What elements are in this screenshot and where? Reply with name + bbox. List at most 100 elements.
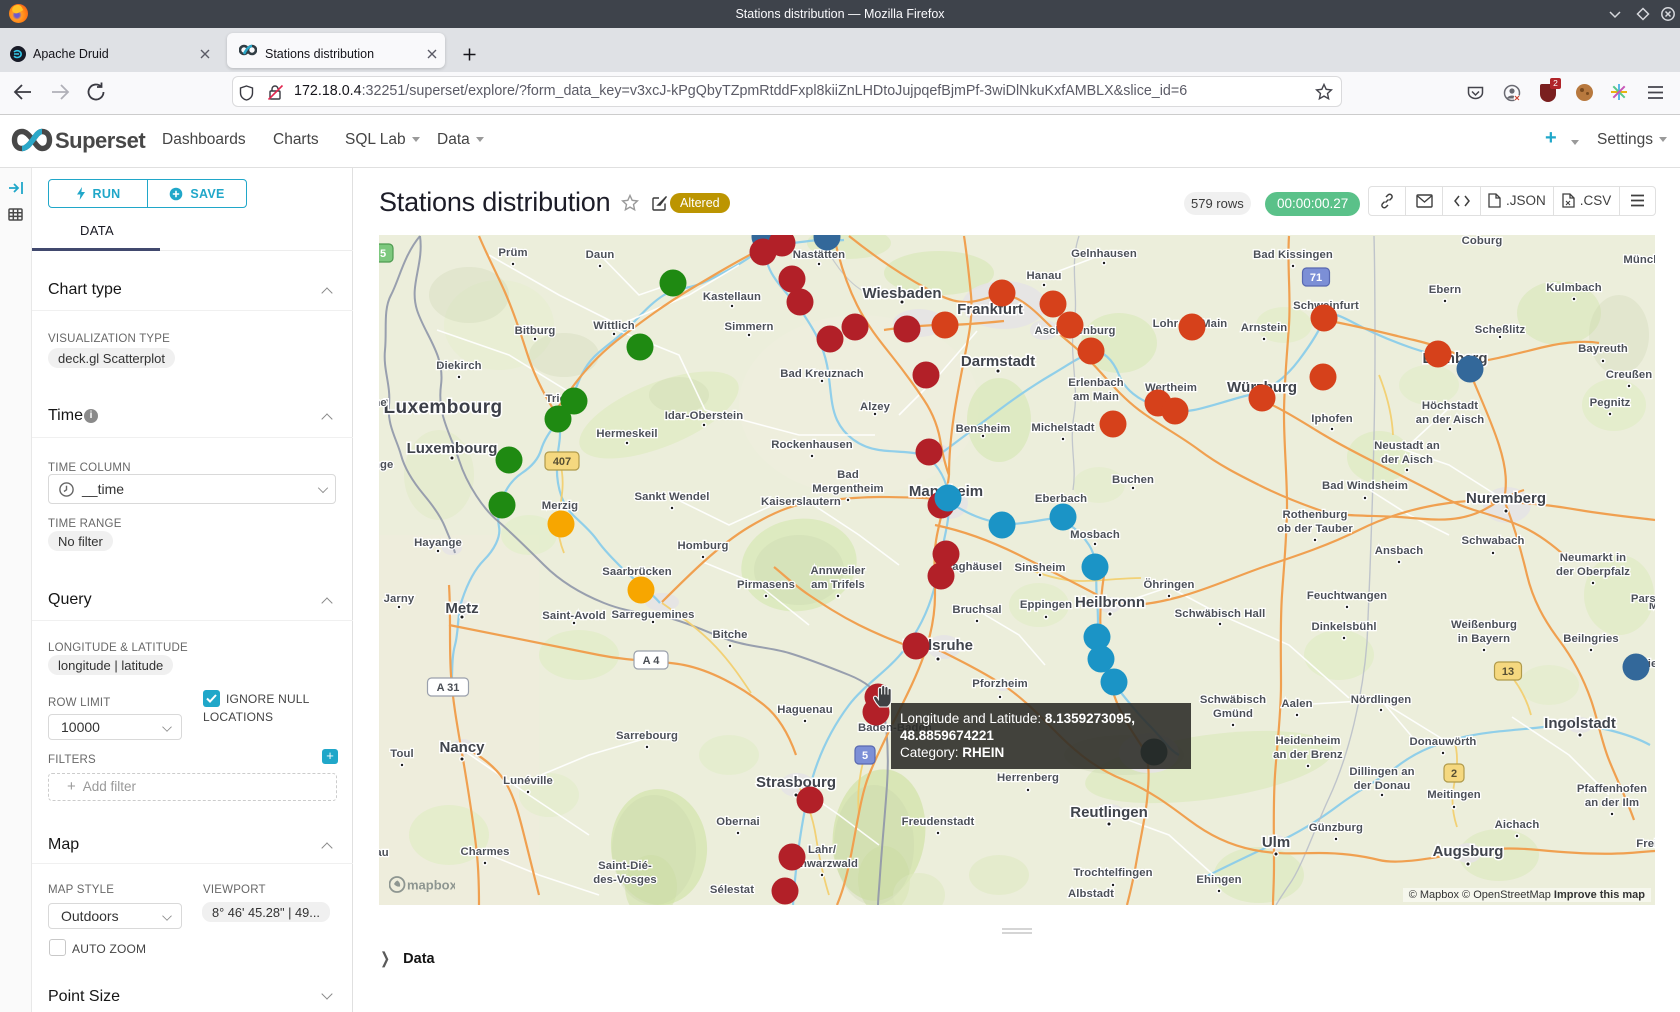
svg-text:au: au [379, 847, 389, 859]
svg-text:Bad: Bad [837, 469, 859, 481]
svg-text:5: 5 [862, 750, 868, 762]
svg-text:Gmünd: Gmünd [1213, 708, 1253, 720]
svg-text:Eberbach: Eberbach [1035, 493, 1087, 505]
svg-text:Luxembourg: Luxembourg [407, 440, 498, 457]
svg-text:ob der Tauber: ob der Tauber [1277, 523, 1353, 535]
svg-text:Höchstadt: Höchstadt [1422, 400, 1478, 412]
svg-text:Neumarkt in: Neumarkt in [1560, 552, 1626, 564]
svg-text:an der Brenz: an der Brenz [1273, 749, 1343, 761]
svg-text:Sinsheim: Sinsheim [1014, 562, 1065, 574]
svg-text:Gelnhausen: Gelnhausen [1071, 248, 1137, 260]
svg-text:Aalen: Aalen [1281, 698, 1312, 710]
svg-text:Saint-Dié-: Saint-Dié- [598, 860, 652, 872]
svg-text:Annweiler: Annweiler [811, 565, 866, 577]
svg-text:Weißenburg: Weißenburg [1451, 619, 1517, 631]
svg-text:Merzig: Merzig [542, 500, 578, 512]
svg-text:Wittlich: Wittlich [593, 320, 635, 332]
svg-text:Mergentheim: Mergentheim [812, 483, 883, 495]
svg-text:Toul: Toul [390, 748, 413, 760]
svg-text:Freudenstadt: Freudenstadt [902, 816, 975, 828]
svg-text:ne: ne [379, 397, 387, 409]
svg-text:der Aisch: der Aisch [1381, 454, 1433, 466]
svg-text:Bad Kreuznach: Bad Kreuznach [780, 368, 864, 380]
svg-text:ange: ange [379, 459, 393, 471]
svg-text:Donauwörth: Donauwörth [1410, 736, 1477, 748]
svg-text:Darmstadt: Darmstadt [961, 353, 1035, 370]
svg-text:Ulm: Ulm [1262, 834, 1290, 851]
svg-text:Nuremberg: Nuremberg [1466, 490, 1546, 507]
svg-text:Lunéville: Lunéville [503, 775, 553, 787]
svg-text:Obernai: Obernai [716, 816, 759, 828]
svg-text:Sarreguemines: Sarreguemines [612, 609, 695, 621]
svg-text:Diekirch: Diekirch [436, 360, 481, 372]
svg-text:Ingolstadt: Ingolstadt [1544, 715, 1616, 732]
svg-text:Hermeskeil: Hermeskeil [596, 428, 657, 440]
svg-text:Feuchtwangen: Feuchtwangen [1307, 590, 1387, 602]
svg-text:mapbox: mapbox [407, 878, 455, 893]
svg-text:Meitingen: Meitingen [1427, 789, 1481, 801]
svg-text:Sélestat: Sélestat [710, 884, 754, 896]
svg-text:Sankt Wendel: Sankt Wendel [634, 491, 709, 503]
svg-text:Eppingen: Eppingen [1020, 599, 1072, 611]
svg-text:Jarny: Jarny [384, 593, 415, 605]
svg-text:Buchen: Buchen [1112, 474, 1154, 486]
svg-text:Kastellaun: Kastellaun [703, 291, 761, 303]
svg-text:Albstadt: Albstadt [1068, 888, 1114, 900]
svg-text:Dinkelsbühl: Dinkelsbühl [1311, 621, 1376, 633]
svg-text:Simmern: Simmern [724, 321, 773, 333]
svg-text:Günzburg: Günzburg [1309, 822, 1363, 834]
svg-text:Beilngries: Beilngries [1563, 633, 1619, 645]
svg-text:Dillingen an: Dillingen an [1349, 766, 1414, 778]
svg-text:Mosbach: Mosbach [1070, 529, 1120, 541]
svg-text:2: 2 [1451, 768, 1457, 780]
svg-text:407: 407 [553, 456, 571, 468]
svg-text:Daun: Daun [586, 249, 615, 261]
svg-text:Homburg: Homburg [678, 540, 729, 552]
svg-text:Hanau: Hanau [1026, 270, 1061, 282]
svg-text:A 4: A 4 [643, 655, 661, 667]
svg-text:Saarbrücken: Saarbrücken [602, 566, 672, 578]
svg-text:Schwabach: Schwabach [1461, 535, 1524, 547]
svg-text:Pfaffenhofen: Pfaffenhofen [1577, 783, 1647, 795]
svg-text:Nancy: Nancy [439, 739, 485, 756]
svg-text:in Bayern: in Bayern [1458, 633, 1510, 645]
svg-text:Heilbronn: Heilbronn [1075, 594, 1145, 611]
svg-text:Rothenburg: Rothenburg [1282, 509, 1347, 521]
svg-text:Coburg: Coburg [1462, 235, 1503, 247]
svg-text:Herrenberg: Herrenberg [997, 772, 1059, 784]
svg-text:Erlenbach: Erlenbach [1068, 377, 1124, 389]
svg-text:der Oberpfalz: der Oberpfalz [1556, 566, 1630, 578]
svg-text:Bad Windsheim: Bad Windsheim [1322, 480, 1408, 492]
svg-text:Freis: Freis [1636, 838, 1655, 850]
svg-text:Frankfurt: Frankfurt [957, 301, 1023, 318]
svg-text:an der Aisch: an der Aisch [1416, 414, 1485, 426]
svg-text:Strasbourg: Strasbourg [756, 774, 836, 791]
svg-text:71: 71 [1310, 272, 1322, 284]
svg-text:Rockenhausen: Rockenhausen [771, 439, 853, 451]
svg-text:Bayreuth: Bayreuth [1578, 343, 1628, 355]
svg-text:Augsburg: Augsburg [1433, 843, 1504, 860]
svg-text:des-Vosges: des-Vosges [593, 874, 657, 886]
svg-text:Pforzheim: Pforzheim [972, 678, 1028, 690]
svg-text:Idar-Oberstein: Idar-Oberstein [665, 410, 744, 422]
svg-text:Alzey: Alzey [860, 401, 891, 413]
svg-text:Pegnitz: Pegnitz [1590, 397, 1631, 409]
svg-text:Neustadt an: Neustadt an [1374, 440, 1440, 452]
svg-text:der Donau: der Donau [1354, 780, 1411, 792]
svg-text:Charmes: Charmes [460, 846, 509, 858]
svg-text:Bitche: Bitche [712, 629, 747, 641]
svg-text:Ansbach: Ansbach [1375, 545, 1423, 557]
svg-text:Iphofen: Iphofen [1311, 413, 1353, 425]
svg-text:Kaiserslautern: Kaiserslautern [761, 496, 841, 508]
svg-text:Schwäbisch Hall: Schwäbisch Hall [1175, 608, 1266, 620]
svg-text:Ehingen: Ehingen [1196, 874, 1241, 886]
svg-text:Trochtelfingen: Trochtelfingen [1073, 867, 1152, 879]
svg-text:5: 5 [380, 248, 386, 260]
svg-text:Bitburg: Bitburg [515, 325, 556, 337]
svg-text:Schwäbisch: Schwäbisch [1200, 694, 1266, 706]
svg-text:Lahr/: Lahr/ [808, 844, 837, 856]
svg-text:Prüm: Prüm [498, 247, 527, 259]
svg-text:Haguenau: Haguenau [777, 704, 832, 716]
svg-text:Sarrebourg: Sarrebourg [616, 730, 678, 742]
svg-text:Aichach: Aichach [1495, 819, 1540, 831]
